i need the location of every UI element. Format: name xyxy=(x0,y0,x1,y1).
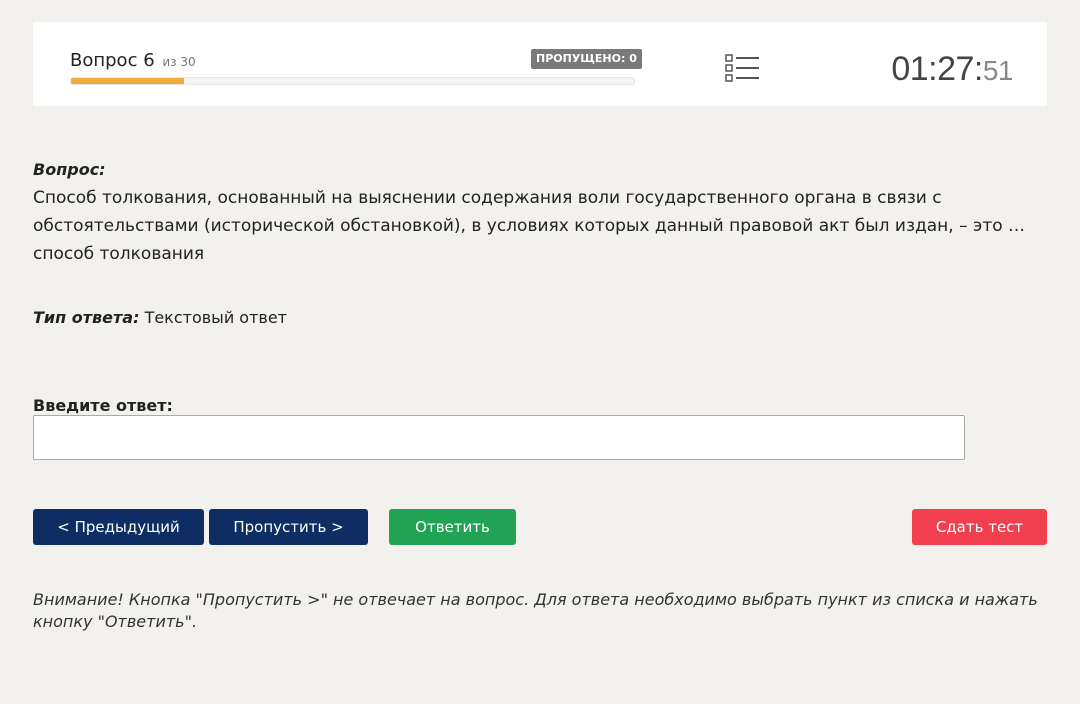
test-header: Вопрос 6 из 30 ПРОПУЩЕНО: 0 01:27:51 xyxy=(33,22,1047,106)
answer-type: Тип ответа: Текстовый ответ xyxy=(33,308,287,327)
question-total: из 30 xyxy=(162,55,196,69)
skip-button[interactable]: Пропустить > xyxy=(209,509,368,545)
submit-test-button[interactable]: Сдать тест xyxy=(912,509,1047,545)
list-icon[interactable] xyxy=(725,52,761,84)
answer-type-value: Текстовый ответ xyxy=(144,308,287,327)
answer-button[interactable]: Ответить xyxy=(389,509,516,545)
timer-main: 01:27: xyxy=(891,50,983,88)
question-number: 6 xyxy=(143,50,155,71)
countdown-timer: 01:27:51 xyxy=(891,50,1013,89)
previous-button[interactable]: < Предыдущий xyxy=(33,509,204,545)
question-text: Способ толкования, основанный на выяснен… xyxy=(33,188,1026,264)
timer-seconds: 51 xyxy=(982,55,1014,86)
question-counter: Вопрос 6 из 30 xyxy=(70,50,196,71)
answer-type-caption: Тип ответа: xyxy=(33,308,140,327)
progress-bar xyxy=(70,77,635,85)
skipped-badge: ПРОПУЩЕНО: 0 xyxy=(531,49,642,69)
question-caption: Вопрос: xyxy=(33,160,106,179)
answer-input-label: Введите ответ: xyxy=(33,396,173,415)
question-word: Вопрос xyxy=(70,50,138,71)
answer-input[interactable] xyxy=(33,415,965,460)
notice-text: Внимание! Кнопка "Пропустить >" не отвеч… xyxy=(33,590,1038,631)
progress-fill xyxy=(71,78,184,84)
